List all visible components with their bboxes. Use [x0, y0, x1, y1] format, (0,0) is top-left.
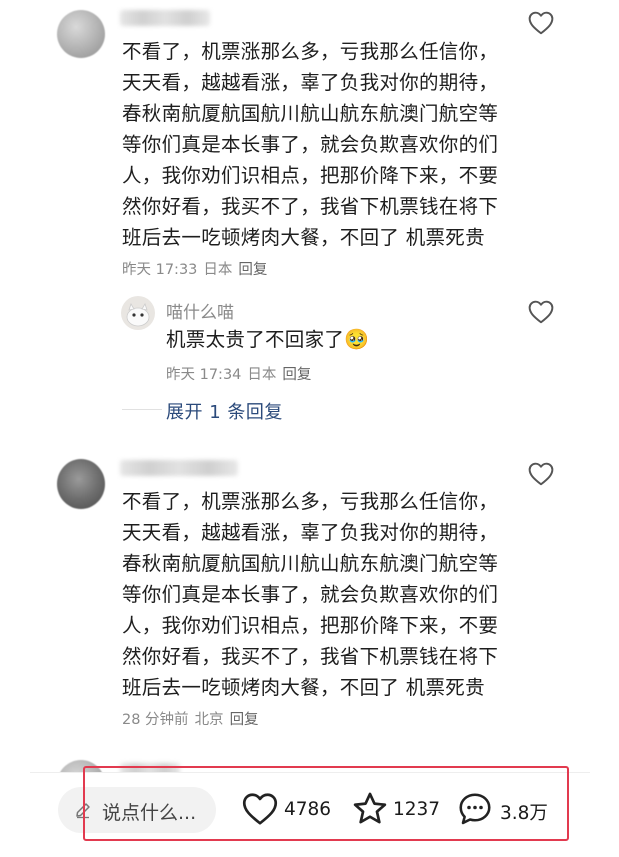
comment-line: 班后去一吃顿烤肉大餐，不回了 机票死贵	[122, 676, 485, 699]
avatar[interactable]	[57, 10, 105, 58]
reply-button[interactable]: 回复	[282, 367, 311, 383]
comment-meta: 昨天 17:33 日本 回复	[122, 258, 273, 279]
reply-emoji: 🥹	[344, 327, 370, 351]
expand-replies-button[interactable]: 展开 1 条回复	[166, 398, 283, 424]
username-blurred[interactable]	[120, 10, 210, 26]
reply-avatar[interactable]	[121, 296, 155, 330]
comment-line: 班后去一吃顿烤肉大餐，不回了 机票死贵	[122, 226, 485, 249]
reply-username[interactable]: 喵什么喵	[166, 298, 234, 323]
reply-text: 机票太贵了不回家了🥹	[166, 324, 369, 356]
comment-line: 春秋南航厦航国航川航山航东航澳门航空等	[122, 102, 499, 125]
comment-line: 等你们真是本长事了，就会负欺喜欢你的们	[122, 133, 499, 156]
avatar[interactable]	[57, 459, 105, 509]
reply-meta: 昨天 17:34 日本 回复	[166, 363, 317, 384]
comment-line: 不看了，机票涨那么多，亏我那么任信你，	[122, 40, 499, 63]
comment-line: 人，我你劝们识相点，把那价降下来，不要	[122, 614, 499, 637]
reply-text-content: 机票太贵了不回家了	[166, 328, 345, 351]
comment-line: 不看了，机票涨那么多，亏我那么任信你，	[122, 490, 499, 513]
comment-location: 日本	[203, 262, 233, 278]
comment-line: 然你好看，我买不了，我省下机票钱在将下	[122, 195, 499, 218]
comment-time: 昨天 17:33	[122, 262, 198, 278]
comment-line: 然你好看，我买不了，我省下机票钱在将下	[122, 645, 499, 668]
comment-line: 春秋南航厦航国航川航山航东航澳门航空等	[122, 552, 499, 575]
like-icon[interactable]	[528, 300, 554, 324]
reply-button[interactable]: 回复	[230, 712, 259, 728]
comment-line: 等你们真是本长事了，就会负欺喜欢你的们	[122, 583, 499, 606]
comment-meta: 28 分钟前 北京 回复	[122, 708, 265, 729]
reply-location: 日本	[247, 367, 277, 383]
reply-button[interactable]: 回复	[238, 262, 267, 278]
comment-location: 北京	[194, 712, 224, 728]
comment-line: 天天看，越越看涨，辜了负我对你的期待，	[122, 521, 499, 544]
comment-line: 人，我你劝们识相点，把那价降下来，不要	[122, 164, 499, 187]
divider	[122, 409, 162, 410]
like-icon[interactable]	[528, 11, 554, 35]
comment-time: 28 分钟前	[122, 712, 189, 728]
reply-time: 昨天 17:34	[166, 367, 242, 383]
highlight-box	[83, 766, 569, 841]
cat-avatar-icon	[126, 303, 150, 327]
username-blurred[interactable]	[120, 460, 238, 476]
like-icon[interactable]	[528, 462, 554, 486]
comment-line: 天天看，越越看涨，辜了负我对你的期待，	[122, 71, 499, 94]
